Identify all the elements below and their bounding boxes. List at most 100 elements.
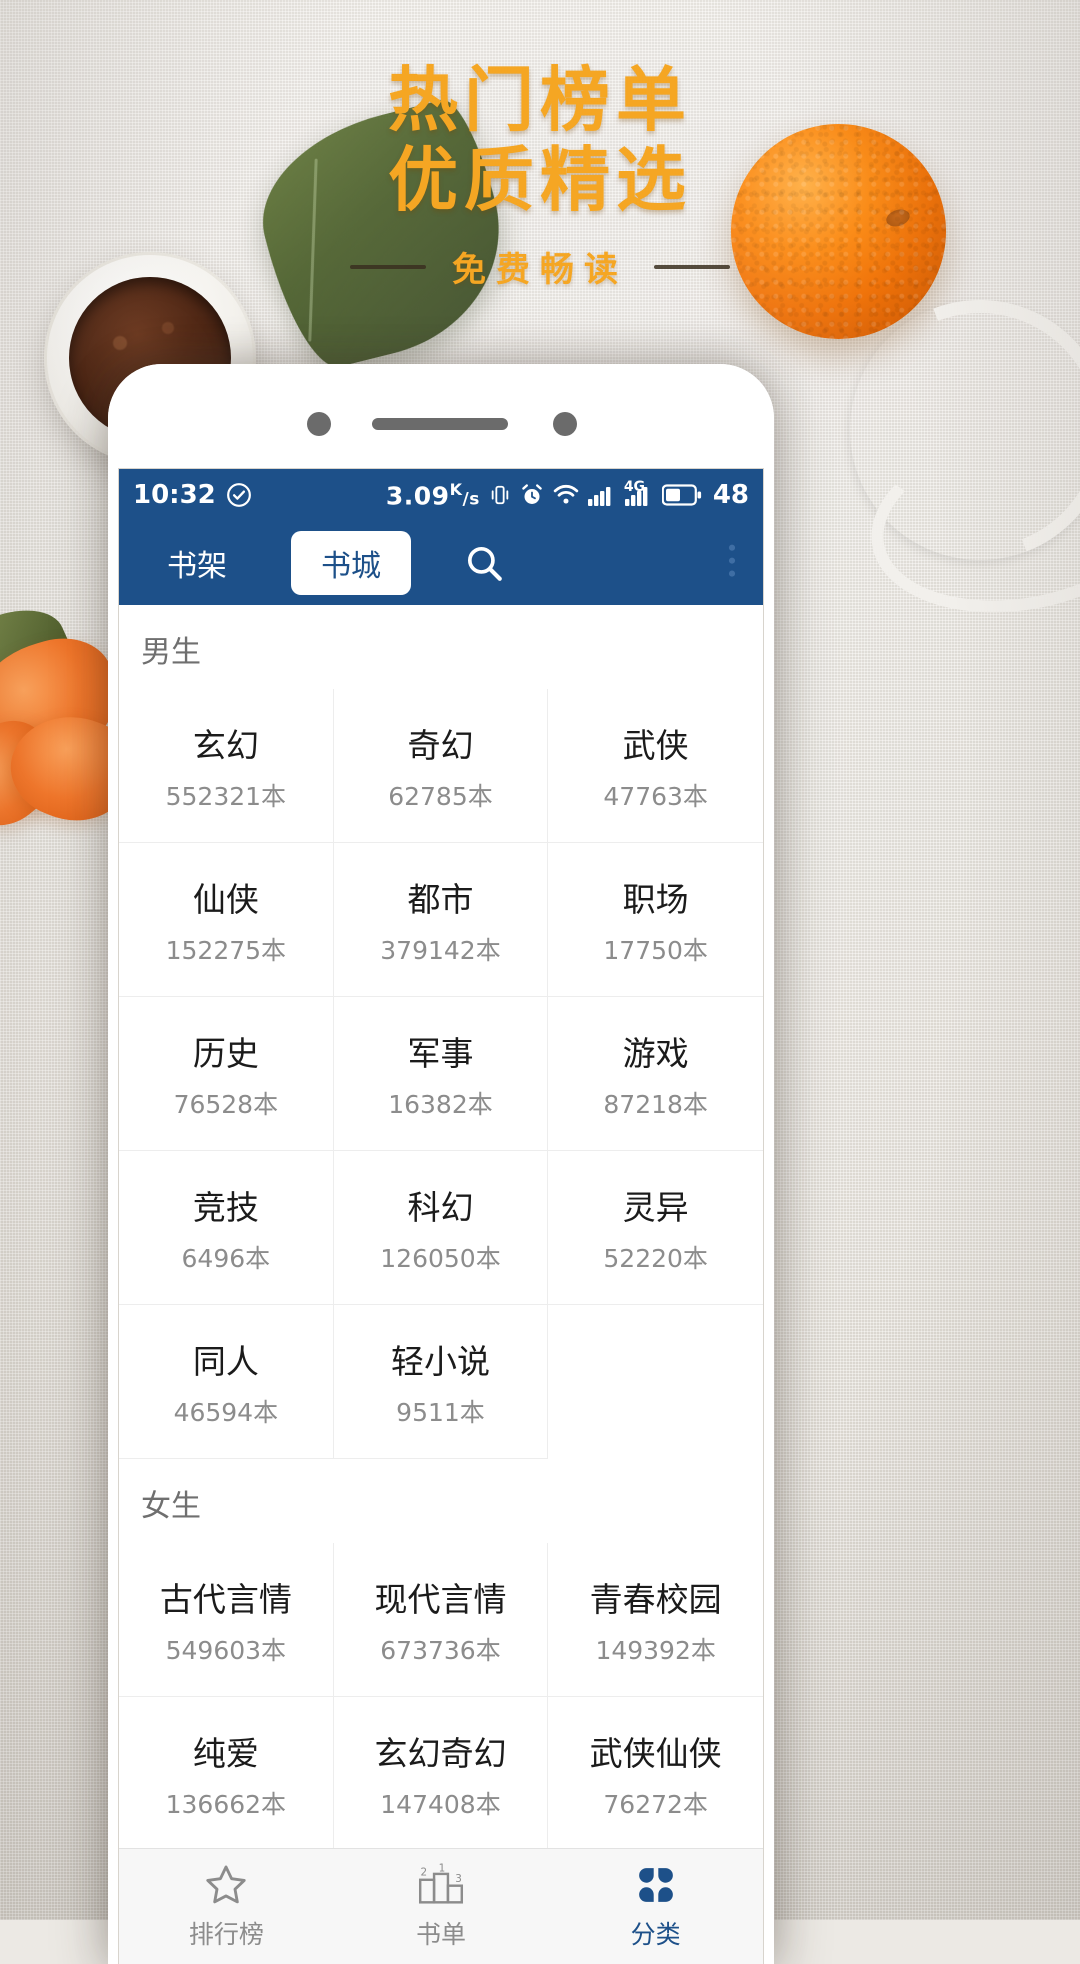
check-circle-icon [226,482,252,508]
network-speed: 3.09K/s [386,480,480,510]
category-cell[interactable]: 灵异 52220本 [548,1151,763,1305]
category-count: 47763本 [603,781,708,811]
category-cell[interactable]: 科幻 126050本 [333,1151,549,1305]
category-name: 同人 [192,1341,259,1381]
category-name: 玄幻奇幻 [374,1733,507,1773]
category-cell[interactable]: 武侠仙侠 76272本 [548,1697,763,1848]
category-cell[interactable]: 仙侠 152275本 [119,843,334,997]
more-vertical-icon[interactable] [725,543,745,583]
category-count: 552321本 [165,781,287,811]
phone-mockup: 10:32 3.09K/s 4G 48 书架 书城 男生 玄幻 552321本 … [108,364,774,1964]
tab-bookstore[interactable]: 书城 [291,531,411,595]
svg-text:3: 3 [455,1873,462,1885]
category-count: 147408本 [380,1789,501,1819]
app-bar: 书架 书城 [119,521,763,605]
sections-root: 男生玄幻 552321本 奇幻 62785本 武侠 47763本仙侠 152275本 都市 37… [119,605,763,1848]
category-cell[interactable]: 青春校园 149392本 [548,1543,763,1697]
banner-rule-left [350,264,426,269]
alarm-clock-icon [520,483,544,507]
category-name: 历史 [192,1033,259,1073]
category-cell[interactable]: 玄幻 552321本 [119,689,334,843]
vibrate-icon [489,483,511,507]
category-name: 古代言情 [159,1579,292,1619]
signal-bars-4g-icon: 4G [624,479,653,506]
category-cell[interactable]: 现代言情 673736本 [333,1543,549,1697]
category-cell[interactable]: 玄幻奇幻 147408本 [334,1697,549,1848]
category-name: 玄幻 [192,725,259,765]
category-cell[interactable]: 奇幻 62785本 [333,689,549,843]
category-count: 62785本 [388,781,493,811]
category-count: 9511本 [396,1397,485,1427]
category-cell[interactable]: 纯爱 136662本 [119,1697,334,1848]
category-name: 青春校园 [589,1579,722,1619]
category-cell[interactable]: 轻小说 9511本 [333,1305,549,1459]
category-grid: 古代言情 549603本 现代言情 673736本 青春校园 149392本纯爱 13666… [119,1543,763,1848]
battery-icon [661,484,702,506]
network-speed-unit-s: /s [462,489,480,510]
nav-item-label: 排行榜 [188,1920,264,1949]
category-name: 职场 [622,879,689,919]
category-name: 游戏 [622,1033,689,1073]
search-icon[interactable] [463,542,505,584]
star-icon [203,1862,249,1908]
front-camera-icon [307,412,331,436]
tab-bookshelf[interactable]: 书架 [137,531,257,595]
battery-percent: 48 [712,479,749,510]
category-count: 46594本 [173,1397,279,1427]
category-cell[interactable]: 军事 16382本 [333,997,549,1151]
category-cell[interactable]: 都市 379142本 [333,843,549,997]
category-name: 轻小说 [390,1341,490,1381]
svg-text:1: 1 [439,1862,446,1874]
status-bar-right: 3.09K/s 4G 48 [386,479,749,510]
section-title: 男生 [141,635,201,670]
category-name: 纯爱 [192,1733,259,1773]
category-cell[interactable]: 竞技 6496本 [119,1151,334,1305]
category-count: 52220本 [603,1243,708,1273]
category-count: 16382本 [388,1089,493,1119]
phone-bezel-top [108,364,774,468]
phone-screen: 10:32 3.09K/s 4G 48 书架 书城 男生 玄幻 552321本 … [118,468,764,1964]
earpiece-speaker [372,418,508,430]
category-name: 武侠仙侠 [589,1733,722,1773]
category-cell[interactable]: 武侠 47763本 [548,689,763,843]
category-name: 仙侠 [192,879,259,919]
category-count: 87218本 [603,1089,708,1119]
banner-subtitle-row: 免费畅读 [0,242,1080,291]
bottom-navigation-bar: 排行榜 2 1 3 书单 分类 [119,1848,763,1964]
promo-banner: 热门榜单 优质精选 免费畅读 [0,60,1080,291]
category-grid: 玄幻 552321本 奇幻 62785本 武侠 47763本仙侠 152275本 都市 3791… [119,689,763,1459]
category-count: 136662本 [165,1789,287,1819]
category-cell[interactable]: 同人 46594本 [119,1305,334,1459]
category-name: 军事 [407,1033,474,1073]
category-count: 673736本 [380,1635,501,1665]
nav-item-ranking[interactable]: 排行榜 [119,1849,334,1964]
network-speed-value: 3.09 [385,481,450,511]
category-count: 76528本 [173,1089,279,1119]
category-name: 科幻 [407,1187,474,1227]
nav-item-label: 书单 [416,1920,467,1949]
category-name: 竞技 [192,1187,259,1227]
banner-line-2: 优质精选 [388,139,692,221]
nav-item-category[interactable]: 分类 [548,1849,763,1964]
section-title: 女生 [141,1489,201,1524]
category-content[interactable]: 男生玄幻 552321本 奇幻 62785本 武侠 47763本仙侠 152275本 都市 37… [119,605,763,1848]
category-cell[interactable]: 游戏 87218本 [548,997,763,1151]
svg-text:2: 2 [421,1867,428,1879]
status-bar: 10:32 3.09K/s 4G 48 [119,469,763,521]
category-cell[interactable]: 职场 17750本 [548,843,763,997]
proximity-sensor-icon [553,412,577,436]
network-speed-unit: K [449,479,463,499]
category-count: 379142本 [380,935,501,965]
wifi-icon [553,484,579,506]
category-cell[interactable]: 古代言情 549603本 [119,1543,334,1697]
category-name: 现代言情 [374,1579,507,1619]
banner-line-1: 热门榜单 [388,59,692,141]
banner-subtitle: 免费畅读 [452,250,628,290]
category-cell[interactable]: 历史 76528本 [119,997,334,1151]
banner-rule-right [654,264,730,269]
category-count: 149392本 [595,1635,716,1665]
category-count: 126050本 [380,1243,501,1273]
nav-item-booklist[interactable]: 2 1 3 书单 [334,1849,549,1964]
category-name: 武侠 [622,725,689,765]
category-count: 152275本 [165,935,287,965]
